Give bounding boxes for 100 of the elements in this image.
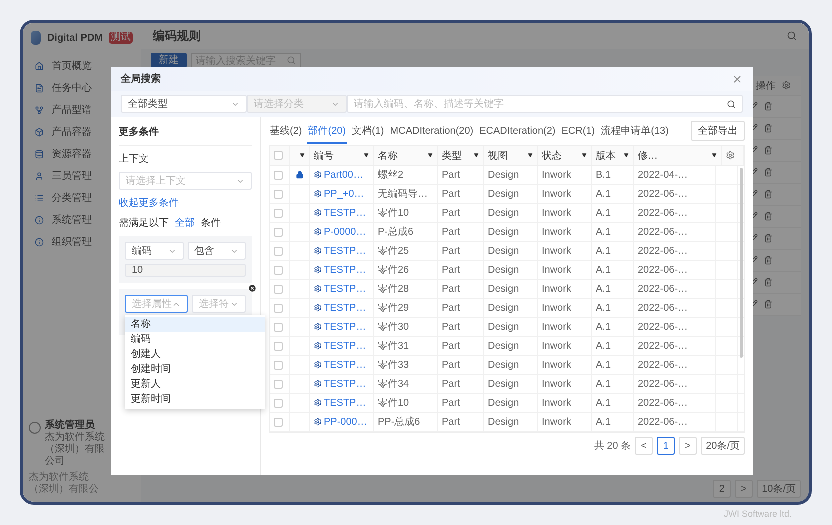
table-cell: 2022-06-… <box>634 394 716 412</box>
table-cell: Design <box>484 280 538 298</box>
table-cell: Part <box>438 166 484 184</box>
table-cell: 2022-06-… <box>634 318 716 336</box>
table-cell: Design <box>484 185 538 203</box>
table-cell: Design <box>484 166 538 184</box>
table-cell: 2022-06-… <box>634 413 716 431</box>
table-cell: Part <box>438 318 484 336</box>
nav-label: 资源容器 <box>52 148 92 161</box>
user-company: 杰为软件系统（深圳）有限公司 <box>45 432 106 468</box>
table-cell: 螺丝2 <box>374 166 438 184</box>
page-title: 编码规则 <box>153 28 201 44</box>
table-cell: Part <box>438 356 484 374</box>
nav-label: 分类管理 <box>52 192 92 205</box>
nav-label: 首页概览 <box>52 60 92 73</box>
table-cell: A.1 <box>592 413 634 431</box>
table-cell: Design <box>484 318 538 336</box>
table-cell: Inwork <box>538 185 592 203</box>
table-cell: Design <box>484 299 538 317</box>
table-cell: Part <box>438 261 484 279</box>
table-cell: Part <box>438 394 484 412</box>
table-cell: Inwork <box>538 204 592 222</box>
table-cell: A.1 <box>592 204 634 222</box>
table-cell: 2022-04-… <box>634 166 716 184</box>
table-cell: 2022-06-… <box>634 261 716 279</box>
table-cell: Part <box>438 337 484 355</box>
nav-label: 组织管理 <box>52 236 92 249</box>
table-cell: 2022-06-… <box>634 223 716 241</box>
table-cell: Inwork <box>538 337 592 355</box>
table-cell: 零件34 <box>374 375 438 393</box>
table-cell: 2022-06-… <box>634 280 716 298</box>
table-cell: A.1 <box>592 185 634 203</box>
table-cell: 零件26 <box>374 261 438 279</box>
table-cell: 2022-06-… <box>634 185 716 203</box>
credit-text: JWI Software ltd. <box>722 508 793 519</box>
footer-text: 杰为软件系统（深圳）有限公 <box>28 470 100 496</box>
table-cell: 2022-06-… <box>634 356 716 374</box>
table-cell: Design <box>484 356 538 374</box>
table-cell: Design <box>484 242 538 260</box>
table-cell: PP-总成6 <box>374 413 438 431</box>
table-cell: Design <box>484 204 538 222</box>
table-cell: Inwork <box>538 280 592 298</box>
table-cell: Inwork <box>538 242 592 260</box>
table-cell: Inwork <box>538 223 592 241</box>
match-suffix: 条件 <box>201 217 221 230</box>
nav-label: 产品容器 <box>52 126 92 139</box>
table-cell: A.1 <box>592 223 634 241</box>
table-cell: Inwork <box>538 299 592 317</box>
table-cell: A.1 <box>592 261 634 279</box>
table-cell: Part <box>438 204 484 222</box>
env-badge: 测试 <box>109 32 133 44</box>
table-cell: Design <box>484 223 538 241</box>
table-cell: Inwork <box>538 318 592 336</box>
table-cell: Part <box>438 299 484 317</box>
table-cell: Inwork <box>538 413 592 431</box>
table-cell: B.1 <box>592 166 634 184</box>
table-cell: A.1 <box>592 299 634 317</box>
table-cell: 零件30 <box>374 318 438 336</box>
table-cell: Inwork <box>538 356 592 374</box>
table-cell: 2022-06-… <box>634 375 716 393</box>
table-cell: Inwork <box>538 394 592 412</box>
table-cell: Inwork <box>538 166 592 184</box>
table-cell: Part <box>438 185 484 203</box>
dialog-title: 全局搜索 <box>121 72 161 86</box>
table-cell: Design <box>484 337 538 355</box>
table-cell: 零件33 <box>374 356 438 374</box>
table-cell: Part <box>438 413 484 431</box>
table-cell: Design <box>484 394 538 412</box>
logo-text: Digital PDM <box>47 32 103 44</box>
table-cell: 零件25 <box>374 242 438 260</box>
table-cell: 零件28 <box>374 280 438 298</box>
nav-label: 系统管理 <box>52 214 92 227</box>
table-cell: A.1 <box>592 318 634 336</box>
table-cell: 零件10 <box>374 394 438 412</box>
table-cell: P-总成6 <box>374 223 438 241</box>
table-cell: A.1 <box>592 280 634 298</box>
table-cell: Design <box>484 375 538 393</box>
table-cell: Inwork <box>538 261 592 279</box>
match-prefix: 需满足以下 <box>119 216 169 230</box>
panel-title: 更多条件 <box>119 117 252 146</box>
table-cell: 无编码导… <box>374 185 438 203</box>
table-cell: 零件31 <box>374 337 438 355</box>
table-cell: A.1 <box>592 356 634 374</box>
table-cell: 零件10 <box>374 204 438 222</box>
table-cell: 零件29 <box>374 299 438 317</box>
table-cell: 2022-06-… <box>634 242 716 260</box>
table-cell: Part <box>438 223 484 241</box>
table-cell: Part <box>438 242 484 260</box>
table-cell: Part <box>438 375 484 393</box>
user-name: 系统管理员 <box>45 418 96 432</box>
table-cell: Design <box>484 413 538 431</box>
field-label: 上下文 <box>119 152 150 166</box>
nav-label: 产品型谱 <box>52 104 92 117</box>
table-cell: Design <box>484 261 538 279</box>
nav-label: 任务中心 <box>52 82 92 95</box>
table-cell: A.1 <box>592 394 634 412</box>
table-cell: Part <box>438 280 484 298</box>
table-cell: A.1 <box>592 242 634 260</box>
column-header: 操作 <box>756 80 776 92</box>
total-count: 共 20 条 <box>594 440 632 453</box>
